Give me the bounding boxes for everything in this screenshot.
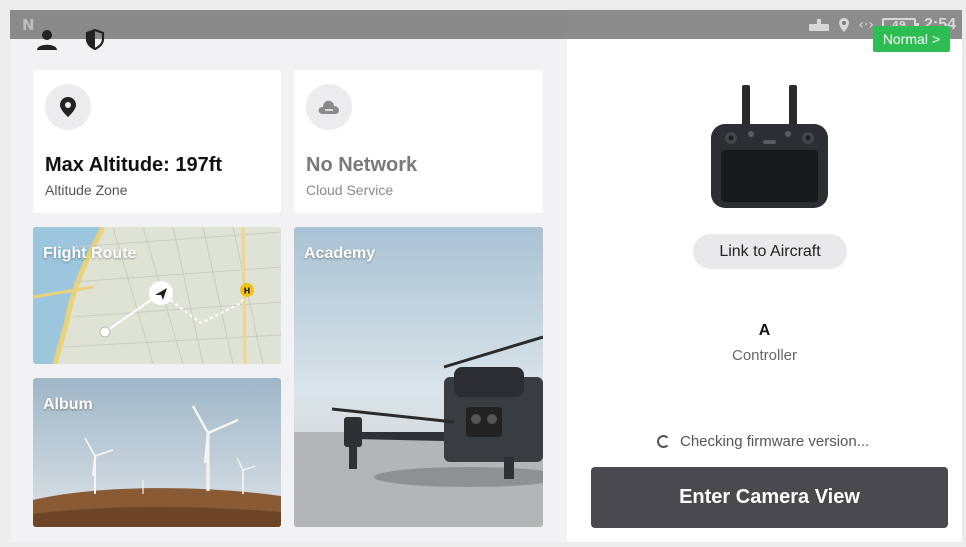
flight-route-tile[interactable]: H Flight Route xyxy=(33,227,281,364)
altitude-icon-circle xyxy=(45,84,91,130)
academy-tile[interactable]: Academy xyxy=(294,227,543,527)
data-transfer-icon: ‹·› xyxy=(858,17,874,33)
altitude-title: Max Altitude: 197ft xyxy=(45,154,223,176)
firmware-status-text: Checking firmware version... xyxy=(680,433,870,450)
right-pane: Link to Aircraft A Controller Checking f… xyxy=(567,10,962,542)
left-pane: Max Altitude: 197ft Altitude Zone No Net… xyxy=(10,10,567,542)
link-to-aircraft-button[interactable]: Link to Aircraft xyxy=(693,234,847,269)
flight-route-label: Flight Route xyxy=(43,245,137,262)
remote-controller-image xyxy=(711,85,828,208)
loading-spinner-icon xyxy=(657,435,670,448)
user-icon[interactable] xyxy=(36,28,58,50)
album-tile[interactable]: Album xyxy=(33,378,281,527)
svg-text:H: H xyxy=(244,287,251,296)
status-bar: N ‹·› 49 2:54 xyxy=(10,10,962,39)
controller-name: A xyxy=(758,322,771,339)
controller-status-icon xyxy=(809,19,830,31)
enter-camera-view-button[interactable]: Enter Camera View xyxy=(591,467,948,528)
altitude-subtitle: Altitude Zone xyxy=(45,182,128,198)
flight-mode-badge[interactable]: Normal > xyxy=(872,26,950,52)
app-screen: Max Altitude: 197ft Altitude Zone No Net… xyxy=(10,10,962,542)
drone-photo xyxy=(294,227,543,527)
album-label: Album xyxy=(43,396,93,413)
location-pin-icon xyxy=(60,97,76,117)
shield-icon[interactable] xyxy=(84,28,106,50)
cloud-card[interactable]: No Network Cloud Service xyxy=(294,70,543,213)
location-icon xyxy=(839,18,850,32)
top-icons xyxy=(36,28,106,50)
cloud-icon xyxy=(318,100,339,114)
cloud-title: No Network xyxy=(306,154,418,176)
cloud-icon-circle xyxy=(306,84,352,130)
altitude-card[interactable]: Max Altitude: 197ft Altitude Zone xyxy=(33,70,281,213)
controller-label: Controller xyxy=(731,347,798,364)
academy-label: Academy xyxy=(304,245,376,262)
cloud-subtitle: Cloud Service xyxy=(306,182,394,198)
firmware-status: Checking firmware version... xyxy=(657,433,869,450)
